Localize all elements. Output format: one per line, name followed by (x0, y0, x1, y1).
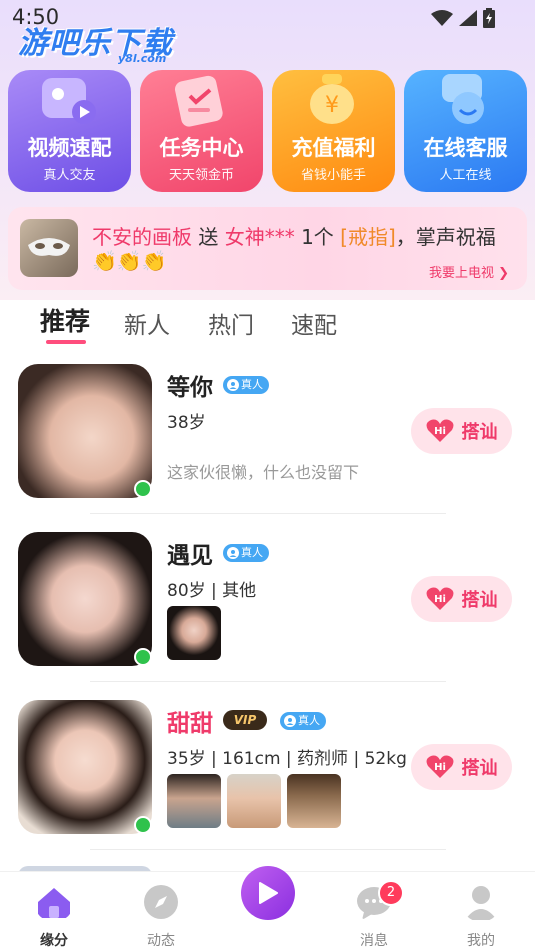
divider (90, 681, 446, 682)
greet-button[interactable]: Hi 搭讪 (411, 408, 512, 454)
nav-profile[interactable]: 我的 (441, 882, 521, 950)
svg-text:Hi: Hi (434, 594, 446, 605)
feature-title: 视频速配 (27, 136, 112, 160)
photo-thumbnail[interactable] (167, 774, 221, 828)
feature-recharge-bonus[interactable]: ¥ 充值福利 省钱小能手 (272, 70, 395, 192)
divider (90, 849, 446, 850)
real-person-badge: 真人 (223, 544, 269, 562)
avatar[interactable] (18, 532, 152, 666)
broadcast-tail: ，掌声祝福 (395, 225, 496, 249)
chevron-right-icon: ❯ (498, 266, 509, 281)
user-card[interactable]: 等你 真人 38岁 这家伙很懒，什么也没留下 Hi 搭讪 (0, 364, 535, 532)
tab-quick-match[interactable]: 速配 (291, 306, 337, 340)
divider (90, 513, 446, 514)
message-count-badge: 2 (378, 880, 404, 906)
user-name: 等你 (167, 375, 213, 401)
headset-icon (442, 74, 484, 124)
real-person-badge: 真人 (280, 712, 326, 730)
person-icon (284, 715, 296, 727)
photo-thumbnail[interactable] (167, 606, 221, 660)
heart-hi-icon: Hi (426, 587, 453, 610)
photo-thumbnail[interactable] (287, 774, 341, 828)
user-bio: 这家伙很懒，什么也没留下 (167, 463, 360, 482)
category-tabs: 推荐 新人 热门 速配 (0, 296, 535, 346)
watermark-logo: 游吧乐下载 y8l.com (18, 26, 173, 65)
tab-hot[interactable]: 热门 (208, 306, 254, 340)
broadcast-sender: 不安的画板 (92, 225, 192, 249)
feature-online-service[interactable]: 在线客服 人工在线 (404, 70, 527, 192)
photo-thumbnails (167, 774, 341, 828)
feature-video-match[interactable]: 视频速配 真人交友 (8, 70, 131, 192)
clap-emojis: 👏👏👏 (92, 249, 167, 273)
online-indicator (134, 648, 152, 666)
greet-button[interactable]: Hi 搭讪 (411, 744, 512, 790)
play-button[interactable] (241, 866, 295, 920)
play-icon (259, 882, 278, 904)
wifi-icon (431, 10, 453, 26)
tab-new[interactable]: 新人 (124, 306, 170, 340)
status-icons (431, 8, 495, 28)
feature-task-center[interactable]: 任务中心 天天领金币 (140, 70, 263, 192)
broadcast-gift: [戒指] (340, 225, 396, 249)
task-ticket-icon (174, 75, 223, 127)
heart-hi-icon: Hi (426, 755, 453, 778)
user-info: 38岁 (167, 413, 206, 433)
svg-text:Hi: Hi (434, 762, 446, 773)
feature-subtitle: 人工在线 (439, 168, 492, 183)
heart-hi-icon: Hi (426, 419, 453, 442)
tab-indicator (46, 340, 86, 344)
tv-link[interactable]: 我要上电视 ❯ (429, 262, 509, 281)
signal-icon (459, 10, 477, 26)
svg-text:Hi: Hi (434, 426, 446, 437)
online-indicator (134, 816, 152, 834)
tab-recommend[interactable]: 推荐 (40, 302, 90, 338)
user-info: 80岁 | 其他 (167, 581, 257, 601)
real-person-badge: 真人 (223, 376, 269, 394)
user-card[interactable]: 甜甜 VIP 真人 35岁 | 161cm | 药剂师 | 52kg Hi 搭讪 (0, 700, 535, 868)
feature-title: 任务中心 (159, 136, 244, 160)
feature-subtitle: 省钱小能手 (300, 168, 366, 183)
compass-icon (144, 885, 178, 919)
online-indicator (134, 480, 152, 498)
nav-moments[interactable]: 动态 (121, 882, 201, 950)
svg-text:¥: ¥ (325, 93, 339, 118)
profile-icon (465, 886, 497, 920)
photo-thumbnail[interactable] (227, 774, 281, 828)
avatar[interactable] (18, 364, 152, 498)
person-icon (227, 379, 239, 391)
mask-gift-icon (20, 219, 78, 277)
user-card[interactable]: 遇见 真人 80岁 | 其他 Hi 搭讪 (0, 532, 535, 700)
feature-subtitle: 天天领金币 (168, 168, 234, 183)
video-camera-icon (42, 78, 96, 124)
money-bag-icon: ¥ (310, 74, 354, 124)
photo-thumbnails (167, 606, 221, 660)
person-icon (227, 547, 239, 559)
gift-broadcast-banner[interactable]: 不安的画板 送 女神*** 1个 [戒指]，掌声祝福 👏👏👏 我要上电视 ❯ (8, 207, 527, 290)
broadcast-receiver: 女神*** (224, 225, 295, 249)
broadcast-message: 不安的画板 送 女神*** 1个 [戒指]，掌声祝福 (92, 221, 496, 250)
home-icon (38, 888, 70, 918)
bottom-nav: 缘分 动态 消息 2 我的 (0, 866, 535, 952)
greet-button[interactable]: Hi 搭讪 (411, 576, 512, 622)
feature-subtitle: 真人交友 (43, 168, 96, 183)
user-name: 遇见 (167, 543, 213, 569)
broadcast-count: 1个 (294, 225, 341, 249)
feature-tiles: 视频速配 真人交友 任务中心 天天领金币 ¥ 充值福利 省钱小能手 在线客服 人… (8, 70, 528, 194)
user-name: 甜甜 (167, 711, 213, 737)
battery-icon (483, 8, 495, 28)
nav-yuanfen[interactable]: 缘分 (14, 882, 94, 950)
feature-title: 充值福利 (291, 136, 376, 160)
feature-title: 在线客服 (423, 136, 508, 160)
broadcast-verb: 送 (192, 225, 225, 249)
vip-badge: VIP (223, 710, 267, 730)
user-info: 35岁 | 161cm | 药剂师 | 52kg (167, 749, 407, 769)
avatar[interactable] (18, 700, 152, 834)
